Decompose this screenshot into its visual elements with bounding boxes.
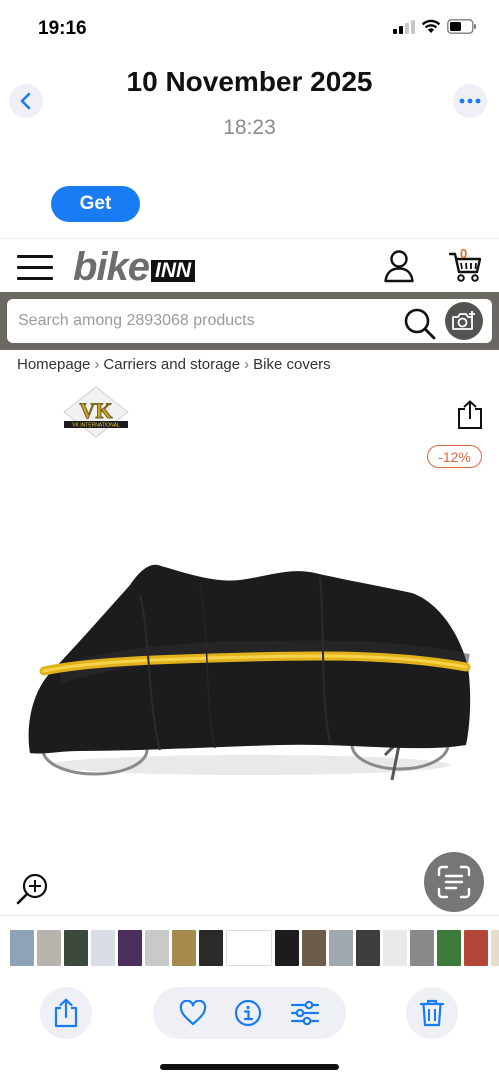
camera-icon [452,311,475,330]
home-indicator[interactable] [160,1064,339,1070]
thumbnail-list [10,930,499,966]
thumbnail-strip[interactable] [0,915,499,977]
thumbnail[interactable] [329,930,353,966]
thumbnail[interactable] [491,930,499,966]
status-time: 19:16 [38,18,87,39]
adjust-icon[interactable] [290,1000,320,1026]
brand-logo[interactable]: VK VK INTERNATIONAL [62,385,130,439]
chevron-right-icon: › [94,356,100,373]
thumbnail[interactable] [383,930,407,966]
thumbnail[interactable] [64,930,88,966]
share-icon [54,998,78,1028]
breadcrumb-homepage[interactable]: Homepage [17,356,90,373]
logo-bike-text: bike [73,245,150,289]
get-button[interactable]: Get [51,186,140,222]
chevron-right-icon: › [244,356,250,373]
info-icon[interactable] [234,999,262,1027]
ellipsis-icon [459,98,481,104]
thumbnail[interactable] [91,930,115,966]
live-text-button[interactable] [424,852,484,912]
thumbnail[interactable] [10,930,34,966]
battery-icon [447,19,476,34]
signal-icon [393,19,415,34]
brand-logo-subtext: VK INTERNATIONAL [72,423,120,429]
brand-logo-text: VK [80,398,113,423]
thumbnail[interactable] [199,930,223,966]
thumbnail[interactable] [37,930,61,966]
user-icon[interactable] [383,249,415,283]
product-image[interactable] [20,555,480,785]
logo-inn-text: INN [151,260,196,282]
thumbnail[interactable] [302,930,326,966]
site-logo[interactable]: bike INN [73,245,196,289]
status-icons [393,19,477,34]
breadcrumb-carriers[interactable]: Carriers and storage [103,356,240,373]
toolbar-actions [153,987,346,1039]
site-header: bike INN [0,238,499,294]
photo-date: 10 November 2025 [126,66,373,97]
photos-header: 10 November 2025 18:23 [0,58,499,158]
share-icon[interactable] [456,400,484,430]
live-text-icon [437,865,471,899]
search-input[interactable]: Search among 2893068 products [7,299,492,343]
thumbnail[interactable] [410,930,434,966]
thumbnail[interactable] [464,930,488,966]
wifi-icon [421,19,441,33]
thumbnail-current[interactable] [226,930,272,966]
thumbnail[interactable] [356,930,380,966]
discount-badge: -12% [427,445,482,468]
share-button[interactable] [40,987,92,1039]
bottom-toolbar [0,978,499,1080]
camera-search-button[interactable] [445,302,483,340]
status-bar: 19:16 [0,0,499,58]
trash-icon [420,999,444,1027]
thumbnail[interactable] [118,930,142,966]
thumbnail[interactable] [275,930,299,966]
menu-icon[interactable] [17,255,53,281]
zoom-in-icon[interactable] [16,872,50,906]
heart-icon[interactable] [179,1000,207,1026]
search-placeholder: Search among 2893068 products [18,312,255,329]
breadcrumb-bike-covers[interactable]: Bike covers [253,356,331,373]
cart-count: 0 [460,246,468,261]
thumbnail[interactable] [145,930,169,966]
thumbnail[interactable] [437,930,461,966]
delete-button[interactable] [406,987,458,1039]
search-icon[interactable] [403,307,437,341]
photo-time: 18:23 [223,116,276,139]
breadcrumb: Homepage › Carriers and storage › Bike c… [17,356,331,373]
thumbnail[interactable] [172,930,196,966]
screen: 19:16 10 November 2025 18:23 Get bike IN… [0,0,499,1080]
more-button[interactable] [453,84,487,118]
search-bar: Search among 2893068 products [0,292,499,350]
